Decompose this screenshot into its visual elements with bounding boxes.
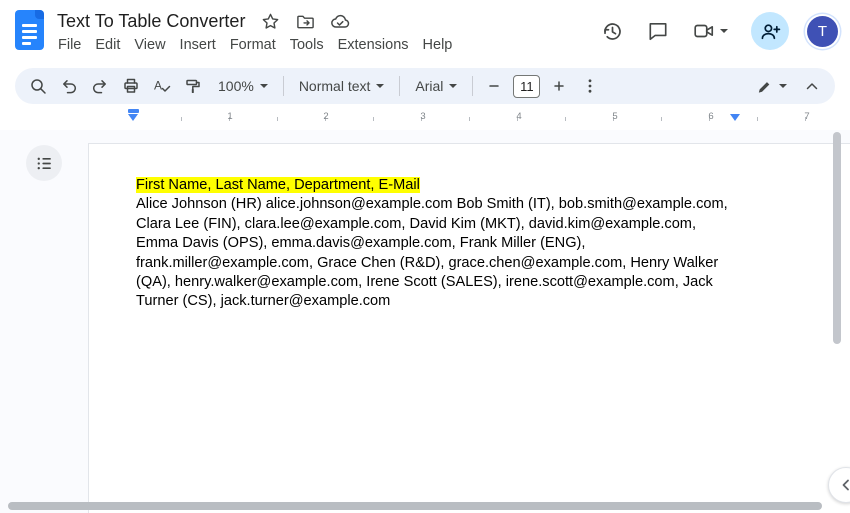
toolbar: A 100% Normal text Arial 11	[15, 68, 835, 104]
ruler-mark: 3	[420, 111, 425, 122]
font-family-select[interactable]: Arial	[407, 72, 465, 100]
document-outline-button[interactable]	[26, 145, 62, 181]
menu-edit[interactable]: Edit	[88, 35, 127, 55]
ruler-mark: 2	[323, 111, 328, 122]
cloud-status-icon[interactable]	[330, 12, 350, 32]
document-title[interactable]: Text To Table Converter	[57, 11, 245, 32]
document-body[interactable]: Alice Johnson (HR) alice.johnson@example…	[136, 195, 737, 311]
ruler-mark: 1	[227, 111, 232, 122]
comments-icon[interactable]	[639, 12, 677, 50]
document-page[interactable]: First Name, Last Name, Department, E-Mai…	[88, 143, 850, 513]
menu-bar: File Edit View Insert Format Tools Exten…	[51, 35, 459, 55]
first-line-indent-marker[interactable]	[128, 109, 139, 113]
chevron-down-icon	[779, 84, 787, 88]
ruler-mark: 5	[612, 111, 617, 122]
chevron-down-icon	[720, 29, 728, 33]
header-actions: T	[593, 9, 838, 53]
chevron-down-icon	[449, 84, 457, 88]
title-row: Text To Table Converter	[57, 11, 350, 32]
document-text[interactable]: First Name, Last Name, Department, E-Mai…	[89, 144, 737, 312]
redo-icon[interactable]	[86, 72, 114, 100]
undo-icon[interactable]	[55, 72, 83, 100]
editing-mode-select[interactable]	[748, 72, 795, 100]
chevron-down-icon	[260, 84, 268, 88]
avatar[interactable]: T	[807, 16, 838, 47]
increase-font-size-icon[interactable]	[545, 72, 573, 100]
ruler-mark: 6	[708, 111, 713, 122]
chevron-down-icon	[376, 84, 384, 88]
share-button[interactable]	[751, 12, 789, 50]
star-icon[interactable]	[260, 12, 280, 32]
font-family-value: Arial	[415, 78, 443, 94]
menu-insert[interactable]: Insert	[173, 35, 223, 55]
menu-tools[interactable]: Tools	[283, 35, 331, 55]
toolbar-divider	[399, 76, 400, 96]
search-menus-icon[interactable]	[24, 72, 52, 100]
header: Text To Table Converter File Edit View I…	[0, 0, 850, 62]
ruler-mark: 4	[516, 111, 521, 122]
right-indent-marker[interactable]	[730, 114, 740, 121]
menu-format[interactable]: Format	[223, 35, 283, 55]
spell-check-icon[interactable]: A	[148, 72, 176, 100]
zoom-value: 100%	[218, 78, 254, 94]
paint-format-icon[interactable]	[179, 72, 207, 100]
more-toolbar-options-icon[interactable]	[576, 72, 604, 100]
paragraph-style-select[interactable]: Normal text	[291, 72, 393, 100]
paragraph-style-value: Normal text	[299, 78, 371, 94]
left-indent-marker[interactable]	[128, 109, 139, 121]
menu-view[interactable]: View	[127, 35, 172, 55]
menu-help[interactable]: Help	[416, 35, 460, 55]
ruler-mark: 7	[804, 111, 809, 122]
toolbar-divider	[472, 76, 473, 96]
vertical-scrollbar[interactable]	[833, 132, 841, 344]
horizontal-ruler[interactable]: 1 2 3 4 5 6 7	[0, 107, 838, 130]
docs-app-icon[interactable]	[15, 10, 44, 50]
toolbar-divider	[283, 76, 284, 96]
heading-line[interactable]: First Name, Last Name, Department, E-Mai…	[136, 176, 737, 195]
highlighted-heading[interactable]: First Name, Last Name, Department, E-Mai…	[136, 177, 420, 193]
svg-text:A: A	[154, 79, 162, 93]
move-folder-icon[interactable]	[295, 12, 315, 32]
zoom-select[interactable]: 100%	[210, 72, 276, 100]
horizontal-scrollbar[interactable]	[8, 502, 822, 510]
font-size-input[interactable]: 11	[513, 75, 540, 98]
version-history-icon[interactable]	[593, 12, 631, 50]
menu-file[interactable]: File	[51, 35, 88, 55]
print-icon[interactable]	[117, 72, 145, 100]
meet-video-icon[interactable]	[685, 12, 735, 50]
menu-extensions[interactable]: Extensions	[331, 35, 416, 55]
hide-menus-icon[interactable]	[798, 72, 826, 100]
docs-icon-fold	[35, 10, 44, 19]
decrease-font-size-icon[interactable]	[480, 72, 508, 100]
document-canvas: First Name, Last Name, Department, E-Mai…	[0, 130, 850, 513]
